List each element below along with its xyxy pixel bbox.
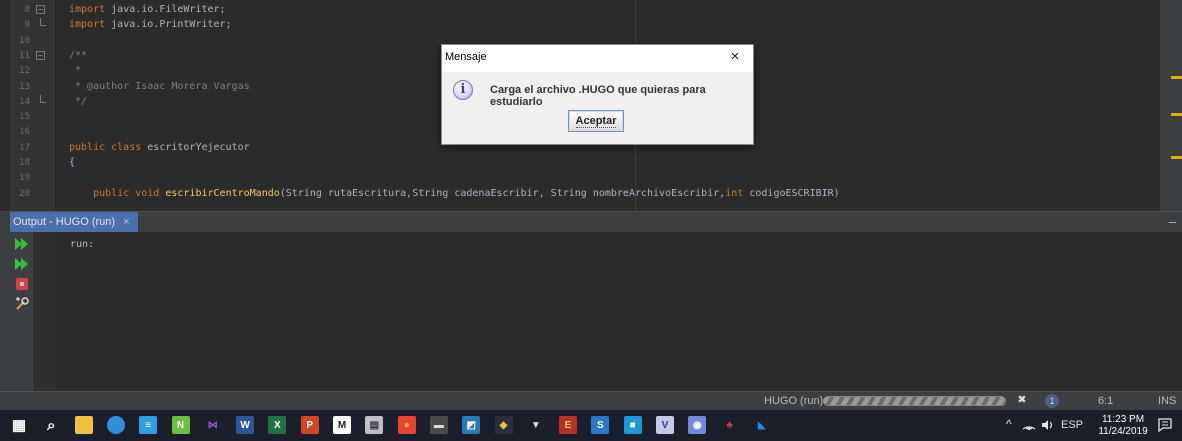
status-bar: HUGO (run) ✖ 1 6:1 INS bbox=[0, 391, 1182, 410]
minimize-icon[interactable]: – bbox=[1169, 215, 1176, 228]
code-text: public class escritorYejecutor bbox=[69, 141, 250, 153]
code-line[interactable]: 20 public void escribirCentroMando(Strin… bbox=[10, 187, 1160, 201]
output-panel-header: Output - HUGO (run) × – bbox=[10, 211, 1182, 232]
fold-icon[interactable]: − bbox=[36, 5, 45, 14]
code-text: */ bbox=[69, 95, 88, 107]
word-icon[interactable]: W bbox=[236, 416, 255, 434]
windows-start-icon[interactable]: ▦ bbox=[10, 416, 28, 434]
code-line[interactable]: 18 { bbox=[10, 156, 1160, 170]
windows-taskbar: ▦ ⌕ ≡ N ⋈ W X P M ▤ ● ▬ ◩ ◆ ▼ E S ■ V ◉ ♣ ◣ ^ ESP 11:23 PM 11… bbox=[0, 410, 1182, 441]
line-number: 15 bbox=[19, 112, 30, 123]
code-text: { bbox=[69, 157, 76, 168]
tab-output-hugo-run[interactable]: Output - HUGO (run) × bbox=[10, 212, 138, 232]
rerun-icon[interactable] bbox=[14, 236, 30, 252]
running-task-label[interactable]: HUGO (run) bbox=[764, 395, 823, 407]
fold-end-marker bbox=[40, 18, 46, 27]
output-toolbar bbox=[10, 232, 34, 410]
clock-date: 11/24/2019 bbox=[1098, 426, 1148, 437]
accept-button-label: Aceptar bbox=[575, 115, 617, 128]
chrome-icon[interactable]: ● bbox=[397, 416, 416, 434]
info-icon: i bbox=[453, 80, 473, 100]
caret-position[interactable]: 6:1 bbox=[1098, 395, 1113, 407]
line-number: 18 bbox=[19, 158, 30, 168]
insert-mode[interactable]: INS bbox=[1158, 395, 1176, 407]
palette-icon[interactable]: ◆ bbox=[494, 416, 513, 434]
network-tool-icon[interactable]: ◩ bbox=[462, 416, 481, 434]
close-icon[interactable]: × bbox=[726, 48, 744, 66]
edge-icon[interactable] bbox=[106, 416, 125, 434]
stripe-marker[interactable] bbox=[1171, 76, 1182, 79]
dialog-message: Carga el archivo .HUGO que quieras para … bbox=[490, 84, 706, 108]
visual-studio-icon[interactable]: ⋈ bbox=[204, 416, 222, 434]
code-line[interactable]: 8− import java.io.FileWriter; bbox=[10, 3, 1160, 17]
code-text: * @author Isaac Morera Vargas bbox=[69, 80, 250, 92]
dialog-title: Mensaje bbox=[445, 51, 487, 63]
line-number: 13 bbox=[19, 81, 30, 92]
vs-code-icon[interactable]: ◣ bbox=[753, 416, 771, 434]
mendeley-icon[interactable]: M bbox=[333, 416, 351, 434]
notepad-icon[interactable]: ≡ bbox=[139, 416, 158, 434]
line-number: 11 bbox=[19, 50, 30, 61]
line-number: 9 bbox=[24, 20, 30, 31]
exe-tool-icon[interactable]: E bbox=[559, 416, 578, 434]
output-line-strip bbox=[34, 232, 56, 410]
settings-icon[interactable] bbox=[14, 296, 30, 312]
visio-icon[interactable]: V bbox=[656, 416, 674, 434]
screen: 8− import java.io.FileWriter; 9 import java… bbox=[0, 0, 1182, 441]
stripe-marker[interactable] bbox=[1171, 113, 1182, 116]
code-text: import java.io.PrintWriter; bbox=[69, 19, 232, 31]
message-dialog: Mensaje × i Carga el archivo .HUGO que q… bbox=[441, 44, 754, 145]
line-number: 8 bbox=[24, 5, 30, 15]
dialog-titlebar[interactable]: Mensaje × bbox=[442, 45, 753, 72]
paint-tool-icon[interactable]: ♣ bbox=[721, 416, 739, 434]
clock[interactable]: 11:23 PM 11/24/2019 bbox=[1092, 414, 1154, 438]
sublime-tool-icon[interactable]: S bbox=[591, 416, 610, 434]
line-number: 17 bbox=[19, 142, 30, 153]
code-text: /** bbox=[69, 49, 88, 61]
line-number: 14 bbox=[19, 96, 30, 107]
output-console[interactable]: run: bbox=[56, 232, 1182, 410]
key-tool-icon[interactable]: ▼ bbox=[527, 416, 545, 434]
code-text: import java.io.FileWriter; bbox=[69, 4, 226, 15]
progress-bar bbox=[823, 396, 1006, 406]
code-line[interactable]: 9 import java.io.PrintWriter; bbox=[10, 18, 1160, 32]
cancel-task-icon[interactable]: ✖ bbox=[1015, 393, 1029, 407]
line-number: 19 bbox=[19, 173, 30, 184]
accept-button[interactable]: Aceptar bbox=[568, 110, 624, 132]
network-icon[interactable] bbox=[1022, 419, 1036, 433]
stripe-marker[interactable] bbox=[1171, 156, 1182, 159]
terminal-icon[interactable]: ▬ bbox=[429, 416, 448, 434]
rerun-with-params-icon[interactable] bbox=[14, 256, 30, 272]
clock-time: 11:23 PM bbox=[1101, 414, 1145, 425]
fold-end-marker bbox=[40, 94, 46, 103]
action-center-icon[interactable] bbox=[1157, 417, 1173, 433]
calculator-icon[interactable]: ▤ bbox=[365, 416, 384, 434]
discord-icon[interactable]: ◉ bbox=[688, 416, 707, 434]
virtualbox-icon[interactable]: ■ bbox=[623, 416, 642, 434]
code-text: * bbox=[69, 65, 82, 77]
line-number: 16 bbox=[19, 127, 30, 138]
show-hidden-icons-chevron[interactable]: ^ bbox=[1006, 417, 1012, 431]
powerpoint-icon[interactable]: P bbox=[300, 416, 319, 434]
notifications-badge[interactable]: 1 bbox=[1045, 394, 1059, 408]
file-explorer-icon[interactable] bbox=[74, 416, 93, 434]
excel-icon[interactable]: X bbox=[268, 416, 287, 434]
output-tab-label: Output - HUGO (run) bbox=[13, 216, 116, 228]
language-indicator[interactable]: ESP bbox=[1061, 419, 1083, 431]
code-text: public void escribirCentroMando(String r… bbox=[93, 187, 840, 199]
line-number: 12 bbox=[19, 66, 30, 77]
code-line[interactable]: 19 bbox=[10, 171, 1160, 185]
fold-icon[interactable]: − bbox=[36, 50, 45, 60]
stop-icon[interactable] bbox=[14, 276, 30, 292]
close-icon[interactable]: × bbox=[123, 212, 129, 232]
line-number: 10 bbox=[19, 35, 30, 46]
line-number: 20 bbox=[19, 188, 30, 199]
volume-icon[interactable] bbox=[1041, 419, 1055, 434]
error-stripe[interactable] bbox=[1160, 0, 1182, 211]
search-icon[interactable]: ⌕ bbox=[42, 416, 60, 434]
output-text: run: bbox=[70, 239, 95, 250]
notepad-plus-icon[interactable]: N bbox=[171, 416, 190, 434]
